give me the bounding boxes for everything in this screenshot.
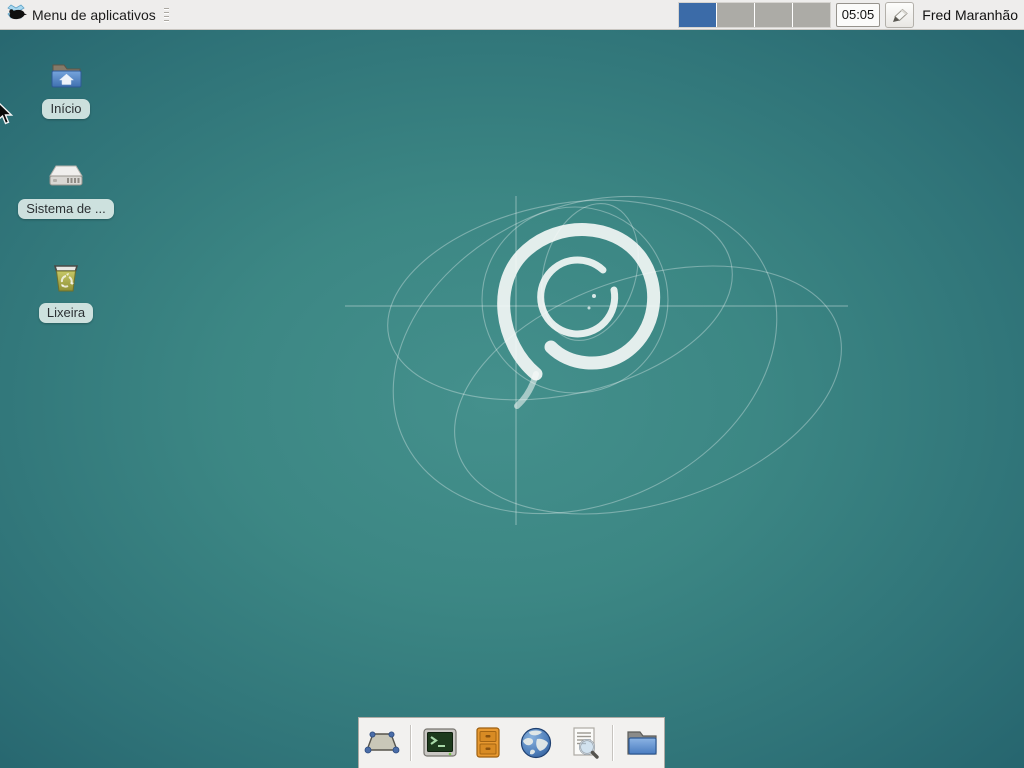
- show-desktop-icon: [364, 729, 400, 757]
- pointer-device-icon: [890, 5, 910, 25]
- bottom-dock-panel: [358, 717, 665, 768]
- trash-icon: [48, 260, 84, 298]
- desktop-icon-filesystem[interactable]: Sistema de ...: [6, 158, 126, 219]
- workspace-cell[interactable]: [793, 3, 830, 27]
- logged-in-user-name[interactable]: Fred Maranhão: [922, 7, 1018, 23]
- applications-menu-label: Menu de aplicativos: [32, 7, 156, 23]
- xfce-mouse-icon: [6, 4, 28, 26]
- file-manager-icon: [624, 728, 660, 758]
- file-cabinet-launcher[interactable]: [468, 723, 508, 763]
- desktop-icon-label: Sistema de ...: [18, 199, 113, 219]
- applications-menu-button[interactable]: Menu de aplicativos: [6, 4, 156, 26]
- desktop-icon-trash[interactable]: Lixeira: [6, 260, 126, 323]
- workspace-cell[interactable]: [755, 3, 792, 27]
- filesystem-drive-icon: [46, 158, 86, 194]
- web-browser-icon: [519, 726, 553, 760]
- panel-grip-handle[interactable]: [164, 8, 169, 22]
- file-cabinet-icon: [473, 726, 503, 760]
- debian-swirl-wallpaper: [0, 0, 1024, 768]
- workspace-cell[interactable]: [717, 3, 754, 27]
- desktop-icon-label: Lixeira: [39, 303, 93, 323]
- desktop-icon-home[interactable]: Início: [6, 58, 126, 119]
- dock-separator: [612, 725, 614, 761]
- top-panel: Menu de aplicativos 05:05 Fred Maranhão: [0, 0, 1024, 30]
- clock[interactable]: 05:05: [836, 3, 881, 27]
- home-folder-icon: [47, 58, 85, 94]
- user-actions-button[interactable]: [885, 2, 914, 28]
- application-finder-launcher[interactable]: [564, 723, 604, 763]
- file-manager-launcher[interactable]: [622, 723, 662, 763]
- dock-separator: [410, 725, 412, 761]
- web-browser-launcher[interactable]: [516, 723, 556, 763]
- show-desktop-button[interactable]: [362, 723, 402, 763]
- desktop-icon-label: Início: [42, 99, 89, 119]
- workspace-switcher: [678, 2, 831, 28]
- application-finder-icon: [567, 726, 601, 760]
- terminal-launcher[interactable]: [420, 723, 460, 763]
- terminal-icon: [422, 727, 458, 759]
- workspace-cell[interactable]: [679, 3, 716, 27]
- desktop-background[interactable]: Início Sistema de ...: [0, 0, 1024, 768]
